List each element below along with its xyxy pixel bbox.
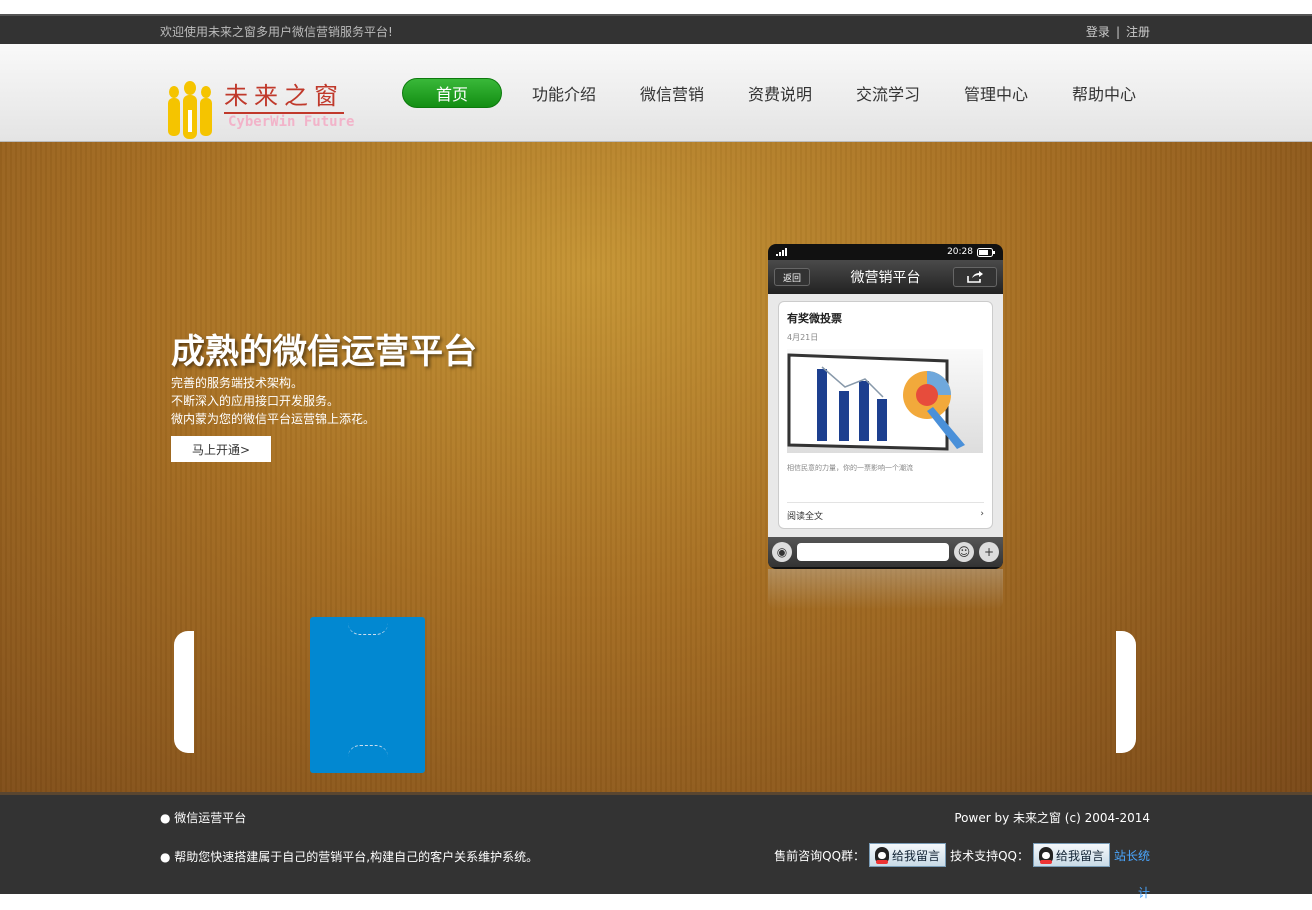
read-more-label: 阅读全文 — [787, 512, 824, 522]
card-title: 有奖微投票 — [787, 312, 842, 325]
emoji-icon[interactable]: ☺ — [954, 542, 974, 562]
nav-pricing[interactable]: 资费说明 — [726, 78, 834, 108]
people-logo-icon — [168, 81, 212, 139]
register-link[interactable]: 注册 — [1126, 23, 1150, 40]
read-more-link[interactable]: 阅读全文 › — [787, 502, 984, 522]
phone-back-button[interactable]: 返回 — [774, 268, 811, 286]
slider-prev-button[interactable] — [174, 631, 194, 753]
card-date: 4月21日 — [787, 333, 819, 342]
presale-qq-button[interactable]: 给我留言 — [869, 843, 947, 867]
qq-button-label: 给我留言 — [1055, 848, 1104, 863]
nav-home[interactable]: 首页 — [402, 78, 502, 108]
nav-admin[interactable]: 管理中心 — [942, 78, 1050, 108]
auth-separator: | — [1115, 24, 1120, 39]
card-description: 相信民意的力量，你的一票影响一个潮流 — [787, 464, 913, 472]
message-input[interactable] — [797, 543, 949, 561]
qq-icon — [875, 847, 890, 864]
phone-input-bar: ◉ ☺ + — [768, 537, 1003, 567]
share-icon[interactable] — [953, 267, 997, 287]
card-image — [787, 349, 983, 453]
site-stats-link[interactable]: 站长统 — [1114, 847, 1150, 864]
hero-banner: 成熟的微信运营平台 完善的服务端技术架构。 不断深入的应用接口开发服务。 微内蒙… — [0, 142, 1312, 792]
site-stats-link-wrap[interactable]: 计 — [1138, 884, 1150, 901]
phone-mockup: 20:28 返回 微营销平台 有奖微投票 4月21日 相信民意的力量，你的一票影… — [768, 244, 1003, 569]
banner-line: 微内蒙为您的微信平台运营锦上添花。 — [171, 412, 376, 426]
site-logo[interactable]: 未来之窗 CyberWin Future — [166, 76, 366, 140]
welcome-text: 欢迎使用未来之窗多用户微信营销服务平台! — [160, 25, 393, 39]
phone-content: 有奖微投票 4月21日 相信民意的力量，你的一票影响一个潮流 阅读全文 › — [768, 294, 1003, 537]
voice-icon[interactable]: ◉ — [772, 542, 792, 562]
footer-platform: ● 微信运营平台 — [160, 811, 247, 825]
phone-title-bar: 返回 微营销平台 — [768, 260, 1003, 294]
phone-status-bar: 20:28 — [768, 244, 1003, 260]
nav-community[interactable]: 交流学习 — [834, 78, 942, 108]
nav-wechat-marketing[interactable]: 微信营销 — [618, 78, 726, 108]
open-now-button[interactable]: 马上开通> — [171, 436, 271, 462]
plus-icon[interactable]: + — [979, 542, 999, 562]
auth-links: 登录 | 注册 — [1086, 23, 1150, 40]
footer-contact: 售前咨询QQ群： 给我留言 技术支持QQ： 给我留言 站长统 — [774, 843, 1150, 867]
phone-title: 微营销平台 — [850, 270, 921, 286]
banner-line: 不断深入的应用接口开发服务。 — [171, 394, 340, 408]
banner-headline: 成熟的微信运营平台 — [171, 332, 477, 372]
decor-arc — [348, 745, 388, 757]
slider-next-button[interactable] — [1116, 631, 1136, 753]
tech-support-label: 技术支持QQ： — [950, 848, 1029, 863]
decor-arc — [348, 623, 388, 635]
battery-icon — [977, 247, 995, 257]
signal-icon — [776, 248, 787, 256]
logo-text-en: CyberWin Future — [228, 114, 355, 130]
qq-icon — [1038, 847, 1053, 864]
slide-thumbnail[interactable] — [310, 617, 425, 773]
article-card[interactable]: 有奖微投票 4月21日 相信民意的力量，你的一票影响一个潮流 阅读全文 › — [778, 301, 993, 529]
footer-copyright: Power by 未来之窗 (c) 2004-2014 — [954, 811, 1150, 825]
main-nav: 首页 功能介绍 微信营销 资费说明 交流学习 管理中心 帮助中心 — [402, 78, 1158, 108]
logo-text-cn: 未来之窗 — [224, 76, 344, 114]
nav-features[interactable]: 功能介绍 — [510, 78, 618, 108]
footer: ● 微信运营平台 ● 帮助您快速搭建属于自己的营销平台,构建自己的客户关系维护系… — [0, 792, 1312, 894]
phone-reflection — [768, 569, 1003, 609]
chevron-right-icon: › — [980, 509, 984, 519]
qq-button-label: 给我留言 — [892, 848, 941, 863]
nav-help[interactable]: 帮助中心 — [1050, 78, 1158, 108]
footer-tagline: ● 帮助您快速搭建属于自己的营销平台,构建自己的客户关系维护系统。 — [160, 850, 539, 864]
phone-time: 20:28 — [947, 247, 973, 257]
top-bar: 欢迎使用未来之窗多用户微信营销服务平台! 登录 | 注册 — [0, 14, 1312, 44]
tech-qq-button[interactable]: 给我留言 — [1032, 843, 1110, 867]
login-link[interactable]: 登录 — [1086, 23, 1110, 40]
banner-line: 完善的服务端技术架构。 — [171, 376, 304, 390]
presale-label: 售前咨询QQ群： — [774, 848, 866, 863]
bar-chart-illustration-icon — [787, 353, 965, 451]
banner-description: 完善的服务端技术架构。 不断深入的应用接口开发服务。 微内蒙为您的微信平台运营锦… — [171, 374, 375, 428]
header: 未来之窗 CyberWin Future 首页 功能介绍 微信营销 资费说明 交… — [0, 44, 1312, 142]
